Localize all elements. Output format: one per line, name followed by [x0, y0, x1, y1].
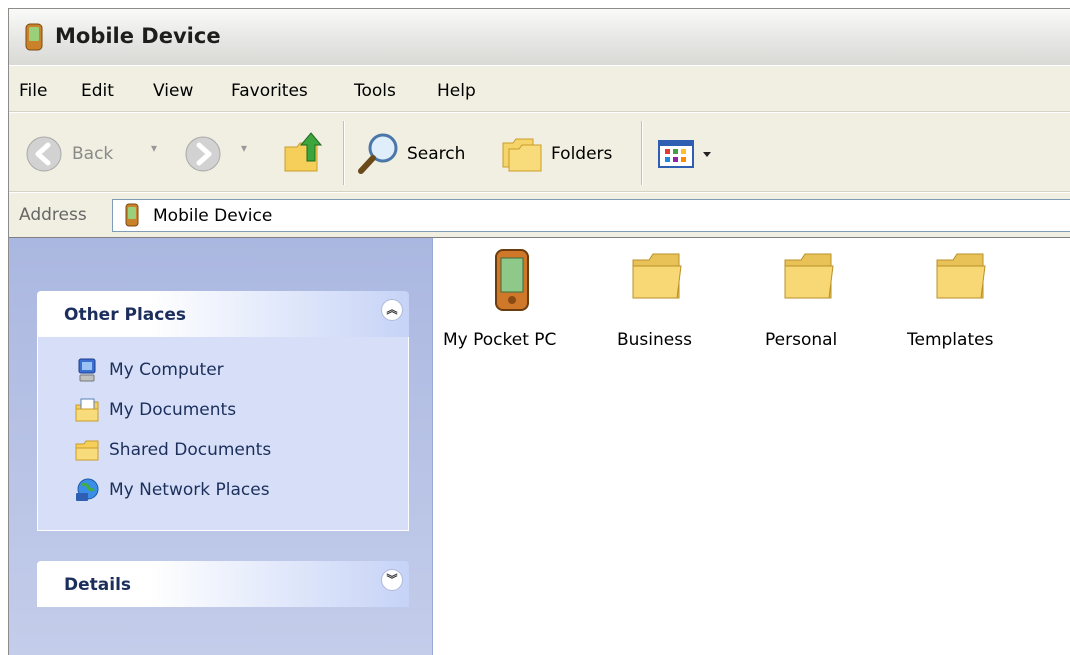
- place-shared-documents[interactable]: Shared Documents: [38, 429, 408, 469]
- place-label: My Documents: [109, 400, 237, 420]
- folder-icon: [632, 253, 682, 299]
- search-button[interactable]: Search: [407, 144, 465, 164]
- my-computer-icon: [78, 358, 96, 382]
- file-label[interactable]: My Pocket PC: [443, 330, 556, 350]
- file-item-business[interactable]: [629, 248, 685, 309]
- folder-icon: [936, 253, 986, 299]
- menu-edit[interactable]: Edit: [81, 81, 114, 101]
- expand-icon[interactable]: ︾: [381, 569, 403, 591]
- menu-view[interactable]: View: [153, 81, 193, 101]
- toolbar-separator: [343, 121, 345, 185]
- forward-arrow-icon[interactable]: [184, 135, 222, 173]
- content-area: Other Places ︽ My Computer My Documents …: [9, 237, 1070, 655]
- views-icon[interactable]: [657, 139, 721, 169]
- folders-icon[interactable]: [499, 133, 545, 173]
- back-button[interactable]: Back: [72, 144, 113, 164]
- file-label[interactable]: Personal: [765, 330, 837, 350]
- place-label: My Network Places: [109, 480, 270, 500]
- place-network-places[interactable]: My Network Places: [38, 469, 408, 509]
- task-pane: Other Places ︽ My Computer My Documents …: [9, 238, 433, 655]
- mobile-device-icon: [125, 203, 139, 227]
- folder-icon: [784, 253, 834, 299]
- other-places-panel: Other Places ︽ My Computer My Documents …: [37, 291, 409, 531]
- window-title: Mobile Device: [55, 24, 221, 48]
- address-value: Mobile Device: [153, 206, 273, 226]
- other-places-title: Other Places: [64, 305, 186, 325]
- details-header[interactable]: Details ︾: [37, 561, 409, 607]
- menu-tools[interactable]: Tools: [354, 81, 396, 101]
- address-input[interactable]: Mobile Device: [112, 199, 1070, 232]
- back-dropdown-icon[interactable]: ▾: [151, 141, 157, 155]
- up-folder-icon[interactable]: [281, 131, 325, 175]
- place-label: Shared Documents: [109, 440, 272, 460]
- address-label: Address: [19, 205, 87, 225]
- address-bar: Address Mobile Device: [9, 192, 1070, 237]
- other-places-header[interactable]: Other Places ︽: [37, 291, 409, 337]
- menu-help[interactable]: Help: [437, 81, 476, 101]
- file-item-templates[interactable]: [933, 248, 989, 309]
- search-icon[interactable]: [357, 131, 401, 175]
- pocket-pc-icon: [495, 249, 529, 311]
- mobile-device-icon: [25, 23, 43, 51]
- explorer-window: Mobile Device File Edit View Favorites T…: [8, 8, 1070, 655]
- folders-button[interactable]: Folders: [551, 144, 612, 164]
- file-item-pocket-pc[interactable]: [487, 248, 537, 317]
- shared-documents-icon: [75, 440, 99, 461]
- place-my-computer[interactable]: My Computer: [38, 349, 408, 389]
- place-my-documents[interactable]: My Documents: [38, 389, 408, 429]
- network-places-icon: [76, 478, 99, 501]
- menu-file[interactable]: File: [19, 81, 47, 101]
- back-arrow-icon[interactable]: [25, 135, 63, 173]
- menu-bar: File Edit View Favorites Tools Help: [9, 65, 1070, 112]
- place-label: My Computer: [109, 360, 224, 380]
- file-label[interactable]: Templates: [907, 330, 993, 350]
- details-title: Details: [64, 575, 132, 595]
- toolbar: Back ▾ ▾ Search Folders: [9, 112, 1070, 192]
- file-item-personal[interactable]: [781, 248, 837, 309]
- file-label[interactable]: Business: [617, 330, 692, 350]
- toolbar-separator: [641, 121, 643, 185]
- other-places-list: My Computer My Documents Shared Document…: [37, 337, 409, 531]
- title-bar[interactable]: Mobile Device: [9, 9, 1070, 65]
- collapse-icon[interactable]: ︽: [381, 299, 403, 321]
- my-documents-icon: [75, 398, 99, 422]
- menu-favorites[interactable]: Favorites: [231, 81, 308, 101]
- details-panel: Details ︾: [37, 561, 409, 607]
- forward-dropdown-icon[interactable]: ▾: [241, 141, 247, 155]
